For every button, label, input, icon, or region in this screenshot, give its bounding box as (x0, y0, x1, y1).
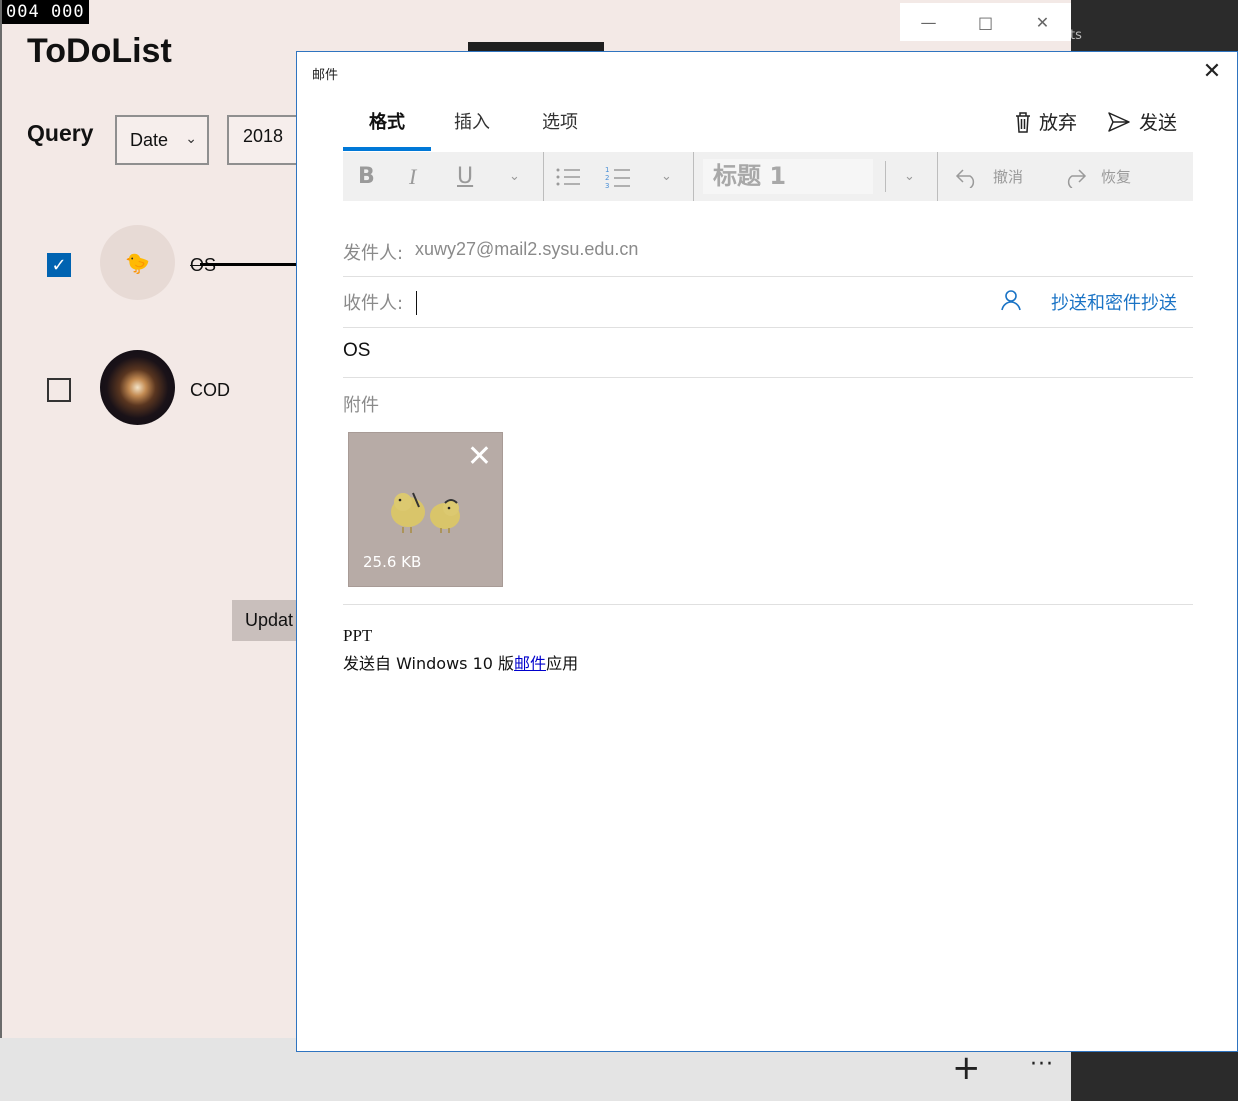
svg-text:2: 2 (605, 174, 609, 182)
signature-suffix: 应用 (546, 654, 579, 673)
chevron-down-icon: ⌄ (904, 169, 915, 184)
minimize-button[interactable]: — (900, 3, 957, 41)
chevron-down-icon: ⌄ (509, 169, 520, 184)
numbered-list-icon: 123 (605, 166, 630, 189)
send-icon (1108, 111, 1130, 132)
ellipsis-icon: ··· (1030, 1052, 1054, 1077)
todo-avatar-galaxy (100, 350, 175, 425)
toolbar-divider (543, 152, 544, 201)
close-icon: ✕ (466, 439, 492, 474)
todo-checkbox-os[interactable]: ✓ (47, 253, 71, 277)
signature-prefix: 发送自 Windows 10 版 (343, 654, 515, 673)
undo-label: 撤消 (993, 168, 1024, 186)
chevron-down-icon: ⌄ (185, 130, 197, 146)
body-divider (343, 604, 1193, 605)
tab-format[interactable]: 格式 (343, 108, 431, 148)
font-options-dropdown[interactable]: ⌄ (509, 152, 520, 201)
undo-button[interactable]: 撤消 (955, 152, 1023, 201)
toolbar-divider (885, 161, 886, 192)
style-options-dropdown[interactable]: ⌄ (904, 152, 915, 201)
attachment-size: 25.6 KB (363, 553, 422, 571)
query-label: Query (27, 120, 94, 146)
mail-app-link[interactable]: 邮件 (514, 654, 546, 673)
heading-style-select[interactable]: 标题 1 (703, 159, 873, 194)
redo-label: 恢复 (1101, 168, 1132, 186)
attachments-label: 附件 (343, 395, 379, 416)
todo-label-cod: COD (190, 380, 230, 400)
bullet-list-icon (556, 168, 580, 185)
remove-attachment-button[interactable]: ✕ (467, 439, 492, 474)
discard-label: 放弃 (1039, 112, 1078, 134)
chick-icon: 🐤 (125, 250, 150, 275)
chicks-thumbnail (391, 492, 460, 533)
strikethrough-line (200, 263, 300, 266)
signature-line[interactable]: 发送自 Windows 10 版邮件应用 (343, 650, 578, 674)
app-title: ToDoList (27, 32, 172, 70)
add-button[interactable]: + (952, 1048, 981, 1088)
subject-row: OS (343, 328, 1193, 378)
mail-close-button[interactable]: ✕ (1197, 59, 1227, 84)
svg-text:1: 1 (605, 166, 609, 174)
close-icon: ✕ (1035, 12, 1050, 32)
toolbar-divider (693, 152, 694, 201)
attachment-tile[interactable]: ✕ 25.6 KB (348, 432, 503, 587)
italic-button[interactable]: I (409, 152, 416, 201)
plus-icon: + (952, 1048, 981, 1088)
to-label: 收件人: (343, 293, 404, 314)
subject-field[interactable]: OS (343, 340, 370, 362)
year-input[interactable]: 2018 (227, 115, 307, 165)
checkmark-icon: ✓ (51, 254, 67, 276)
todo-titlebar: — □ ✕ (900, 3, 1071, 41)
svg-text:3: 3 (605, 182, 609, 189)
redo-button[interactable]: 恢复 (1063, 152, 1131, 201)
maximize-button[interactable]: □ (957, 3, 1014, 41)
toolbar-divider (937, 152, 938, 201)
send-label: 发送 (1139, 112, 1178, 134)
bullet-list-button[interactable] (555, 152, 581, 201)
mail-window-title: 邮件 (312, 68, 339, 83)
send-button[interactable]: 发送 (1107, 108, 1177, 135)
minimize-icon: — (920, 12, 937, 32)
todo-avatar-chicks: 🐤 (100, 225, 175, 300)
from-row: 发件人: xuwy27@mail2.sysu.edu.cn (343, 227, 1193, 277)
mail-compose-window: 邮件 ✕ 格式 插入 选项 放弃 发送 B I U ⌄ 123 ⌄ 标题 1 ⌄… (296, 51, 1238, 1052)
close-icon: ✕ (1202, 59, 1222, 84)
tab-insert[interactable]: 插入 (454, 108, 490, 148)
list-options-dropdown[interactable]: ⌄ (661, 152, 672, 201)
person-icon (1001, 290, 1021, 311)
from-label: 发件人: (343, 243, 404, 264)
contact-picker-button[interactable] (1001, 289, 1021, 316)
cc-bcc-link[interactable]: 抄送和密件抄送 (1051, 289, 1177, 315)
maximize-icon: □ (977, 12, 994, 32)
sort-select[interactable]: Date ⌄ (115, 115, 209, 165)
trash-icon (1016, 111, 1030, 133)
underline-button[interactable]: U (457, 152, 473, 201)
frame-counter: 004 000 (2, 0, 89, 24)
bold-button[interactable]: B (358, 152, 375, 201)
undo-icon (955, 168, 975, 188)
format-toolbar: B I U ⌄ 123 ⌄ 标题 1 ⌄ 撤消 恢复 (343, 152, 1193, 201)
from-address[interactable]: xuwy27@mail2.sysu.edu.cn (415, 239, 638, 260)
active-tab-indicator (343, 147, 431, 151)
sort-select-value: Date (130, 129, 169, 150)
more-button[interactable]: ··· (1030, 1052, 1054, 1077)
update-button[interactable]: Updat (232, 600, 302, 641)
tab-options[interactable]: 选项 (542, 108, 578, 148)
redo-icon (1067, 168, 1087, 188)
numbered-list-button[interactable]: 123 (605, 152, 631, 201)
close-window-button[interactable]: ✕ (1014, 3, 1071, 41)
chevron-down-icon: ⌄ (661, 169, 672, 184)
todo-checkbox-cod[interactable] (47, 378, 71, 402)
to-row: 收件人: 抄送和密件抄送 (343, 277, 1193, 328)
discard-button[interactable]: 放弃 (1013, 108, 1077, 135)
background-window-text: ts (1070, 28, 1082, 43)
body-text-line[interactable]: PPT (343, 626, 372, 646)
to-field-caret[interactable] (416, 291, 417, 315)
